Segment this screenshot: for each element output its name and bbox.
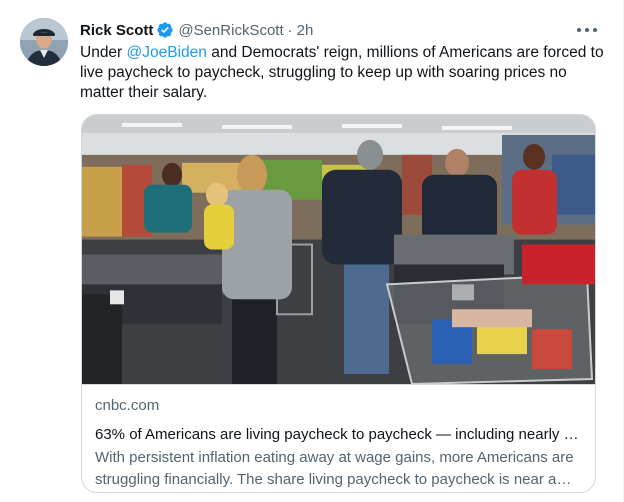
more-options-icon[interactable] [577, 22, 597, 38]
more-dot [585, 28, 589, 32]
more-dot [593, 28, 597, 32]
tweet[interactable]: Rick Scott @SenRickScott · 2h Under @Joe… [0, 0, 624, 502]
avatar-image [20, 18, 68, 66]
card-description: With persistent inflation eating away at… [95, 449, 574, 488]
display-name[interactable]: Rick Scott [80, 22, 153, 39]
handle[interactable]: @SenRickScott [178, 22, 283, 39]
separator-dot: · [287, 21, 293, 39]
tweet-header: Rick Scott @SenRickScott · 2h [80, 20, 313, 40]
avatar[interactable] [20, 18, 68, 66]
more-dot [577, 28, 581, 32]
card-meta: cnbc.com 63% of Americans are living pay… [95, 396, 585, 491]
tweet-text-before: Under [80, 44, 127, 61]
timestamp[interactable]: 2h [297, 22, 314, 39]
card-title: 63% of Americans are living paycheck to … [95, 426, 585, 443]
mention-link[interactable]: @JoeBiden [127, 44, 207, 61]
tweet-text: Under @JoeBiden and Democrats' reign, mi… [80, 43, 605, 103]
verified-badge-icon [157, 22, 174, 38]
card-image[interactable] [82, 115, 596, 385]
card-domain: cnbc.com [95, 397, 160, 414]
link-card[interactable]: cnbc.com 63% of Americans are living pay… [81, 114, 596, 493]
